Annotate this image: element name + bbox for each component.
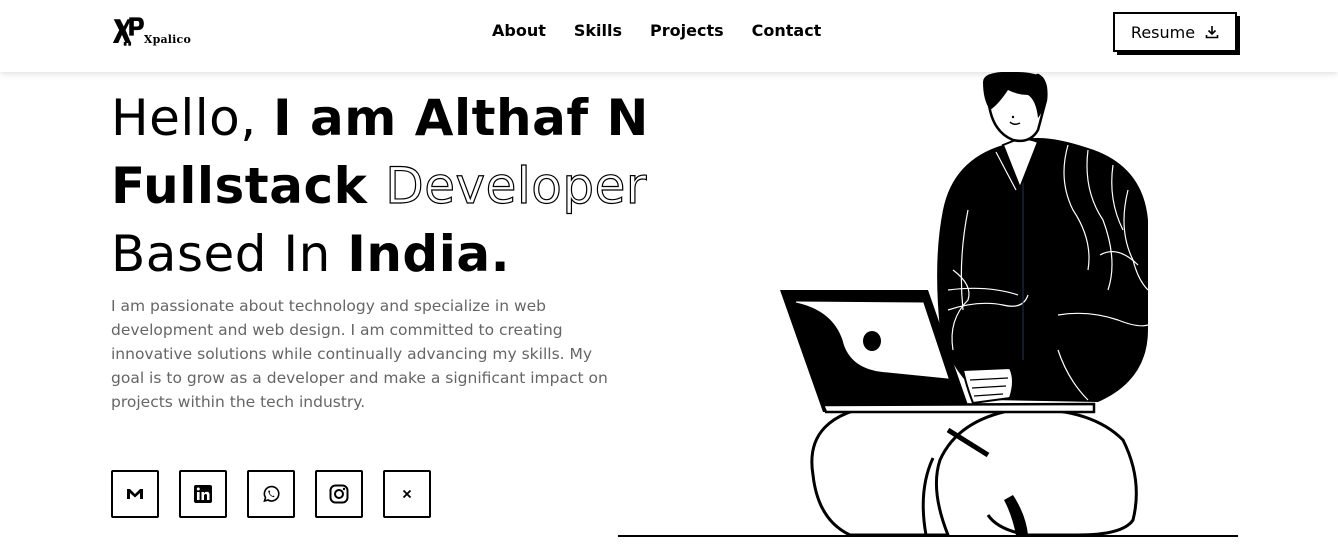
logo[interactable]: Xpalico — [111, 14, 191, 50]
hero-headline: Hello, I am Althaf N Fullstack Developer… — [111, 84, 648, 288]
social-links — [111, 470, 431, 518]
greeting-text: Hello, — [111, 89, 274, 147]
illustration-legs — [810, 403, 1138, 537]
illustration-torso — [937, 138, 1148, 402]
headline-line-1: Hello, I am Althaf N — [111, 84, 648, 152]
nav-projects[interactable]: Projects — [650, 20, 724, 42]
illustration-laptop-base — [821, 402, 1096, 414]
x-icon — [402, 489, 412, 499]
whatsapp-icon — [263, 485, 280, 503]
whatsapp-link[interactable] — [247, 470, 295, 518]
hero-description: I am passionate about technology and spe… — [111, 297, 608, 411]
instagram-link[interactable] — [315, 470, 363, 518]
download-icon — [1205, 26, 1219, 39]
headline-line-3: Based In India. — [111, 220, 621, 288]
linkedin-icon — [194, 485, 212, 503]
role-outline-text: Developer — [385, 156, 647, 215]
ground-line — [618, 535, 1238, 537]
instagram-icon — [329, 484, 349, 504]
developer-illustration — [780, 71, 1149, 537]
location-text: India. — [347, 225, 511, 283]
gmail-link[interactable] — [111, 470, 159, 518]
resume-label: Resume — [1130, 22, 1196, 42]
resume-button-wrap: Resume — [1113, 12, 1240, 55]
headline-line-2: Fullstack Developer — [111, 152, 647, 220]
linkedin-link[interactable] — [179, 470, 227, 518]
location-prefix: Based In — [111, 225, 348, 283]
logo-mark-icon — [112, 17, 144, 46]
gmail-icon — [127, 489, 143, 499]
nav-about[interactable]: About — [492, 20, 546, 42]
main-nav: About Skills Projects Contact — [492, 20, 821, 42]
name-text: I am Althaf N — [273, 89, 649, 147]
nav-skills[interactable]: Skills — [574, 20, 622, 42]
x-link[interactable] — [383, 470, 431, 518]
logo-text: Xpalico — [143, 33, 191, 46]
resume-button[interactable]: Resume — [1113, 12, 1237, 52]
site-header: Xpalico About Skills Projects Contact Re… — [0, 0, 1338, 72]
role-text: Fullstack — [111, 157, 386, 215]
nav-contact[interactable]: Contact — [752, 20, 822, 42]
